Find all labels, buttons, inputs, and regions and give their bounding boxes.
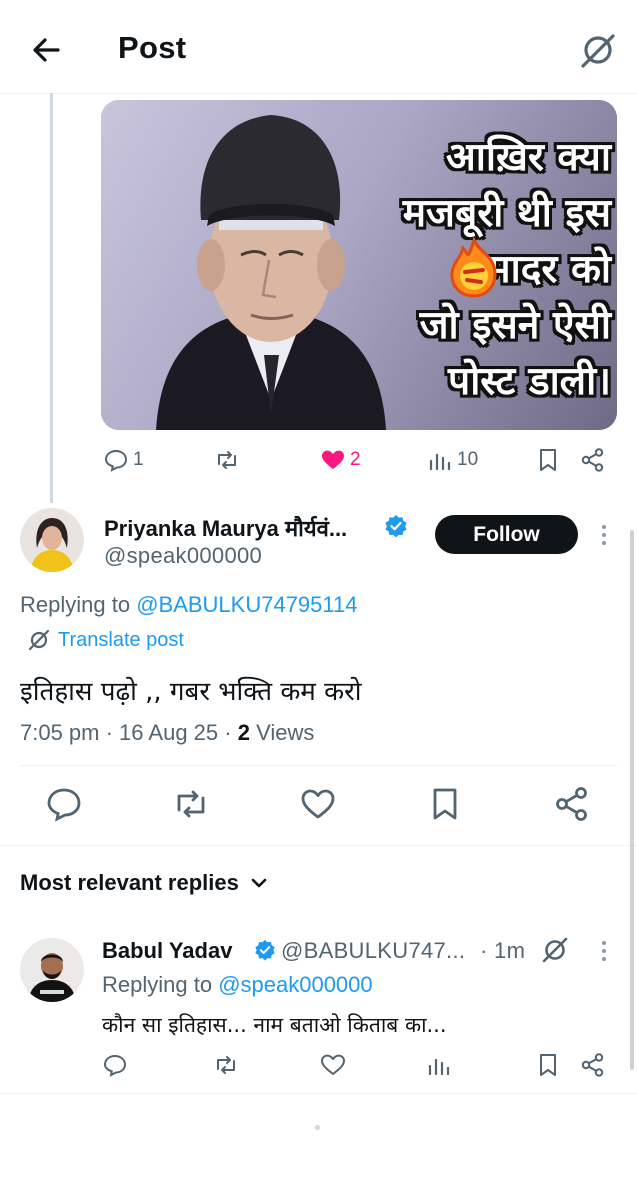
avatar[interactable] [20, 938, 84, 1002]
repost-action[interactable] [214, 445, 244, 475]
replying-prefix: Replying to [20, 592, 137, 617]
replies-sort-dropdown[interactable]: Most relevant replies [20, 870, 269, 896]
post-image[interactable]: आख़िर क्या मजबूरी थी इस मादर को जो इसने … [101, 100, 617, 430]
verified-badge-icon [255, 939, 275, 961]
sort-label: Most relevant replies [20, 870, 239, 895]
heart-filled-icon [322, 450, 344, 469]
repost-icon [218, 451, 236, 469]
reply-count: 1 [133, 449, 144, 470]
post-text: इतिहास पढ़ो ,, गबर भक्ति कम करो [20, 677, 362, 707]
follow-button[interactable]: Follow [435, 515, 578, 554]
avatar[interactable] [20, 508, 84, 572]
meme-line: मजबूरी थी इस [402, 191, 611, 236]
share-icon[interactable] [580, 1052, 606, 1078]
share-icon[interactable] [552, 784, 592, 824]
divider [20, 765, 617, 766]
like-count: 2 [350, 449, 361, 470]
bookmark-action[interactable] [535, 445, 565, 475]
views-label: Views [249, 720, 315, 745]
grok-icon[interactable] [540, 935, 570, 965]
verified-badge-icon [385, 515, 407, 538]
top-bar: Post [0, 0, 637, 94]
like-icon[interactable] [320, 1052, 346, 1078]
like-action[interactable]: 2 [320, 445, 361, 475]
views-icon[interactable] [426, 1052, 452, 1078]
reply-icon[interactable] [44, 784, 84, 824]
divider [0, 845, 637, 846]
replying-to: Replying to @BABULKU74795114 [20, 592, 357, 618]
views-action[interactable]: 10 [427, 445, 478, 475]
bookmark-icon [540, 449, 556, 471]
replying-mention-link[interactable]: @BABULKU74795114 [136, 592, 357, 617]
replying-mention-link[interactable]: @speak000000 [218, 972, 372, 997]
reply-icon [104, 449, 128, 472]
divider [0, 1093, 637, 1094]
page-title: Post [118, 30, 187, 65]
grok-translate-icon [28, 629, 50, 651]
reply-timestamp[interactable]: · 1m [480, 938, 525, 964]
reply-replying-to: Replying to @speak000000 [102, 972, 373, 998]
chevron-down-icon [251, 878, 267, 888]
replying-prefix: Replying to [102, 972, 219, 997]
meme-line: पोस्ट डाली। [448, 359, 611, 404]
share-action[interactable] [580, 445, 610, 475]
repost-icon[interactable] [171, 784, 211, 824]
translate-label: Translate post [58, 628, 184, 651]
reply-author-handle[interactable]: @BABULKU747... [281, 938, 465, 964]
reply-author-name[interactable]: Babul Yadav [102, 938, 232, 964]
more-options-icon[interactable] [599, 524, 609, 546]
reply-action[interactable]: 1 [103, 445, 144, 475]
reply-icon[interactable] [102, 1052, 128, 1078]
more-options-icon[interactable] [599, 940, 609, 962]
post-meta: 7:05 pm · 16 Aug 25 · 2 Views [20, 720, 314, 746]
fire-emoji-icon [450, 236, 497, 298]
repost-icon[interactable] [213, 1052, 239, 1078]
meme-line: जो इसने ऐसी [419, 303, 611, 348]
thread-connector [50, 93, 53, 503]
views-icon [429, 453, 451, 471]
like-icon[interactable] [298, 784, 338, 824]
scrollbar[interactable] [630, 530, 634, 1070]
grok-icon[interactable] [578, 30, 618, 70]
post-timestamp[interactable]: 7:05 pm · 16 Aug 25 · [20, 720, 238, 745]
bookmark-icon[interactable] [425, 784, 465, 824]
share-icon [581, 448, 604, 472]
views-count-bold: 2 [237, 720, 250, 745]
author-name[interactable]: Priyanka Maurya मौर्यवं... [104, 513, 347, 543]
reply-text: कौन सा इतिहास... नाम बताओ किताब का... [102, 1013, 447, 1037]
translate-post-link[interactable]: Translate post [27, 628, 184, 652]
loading-indicator [315, 1125, 320, 1130]
views-count: 10 [457, 449, 479, 470]
author-handle[interactable]: @speak000000 [104, 543, 262, 569]
bookmark-icon[interactable] [535, 1052, 561, 1078]
back-arrow-icon[interactable] [28, 32, 64, 68]
meme-line: आख़िर क्या [446, 135, 611, 180]
